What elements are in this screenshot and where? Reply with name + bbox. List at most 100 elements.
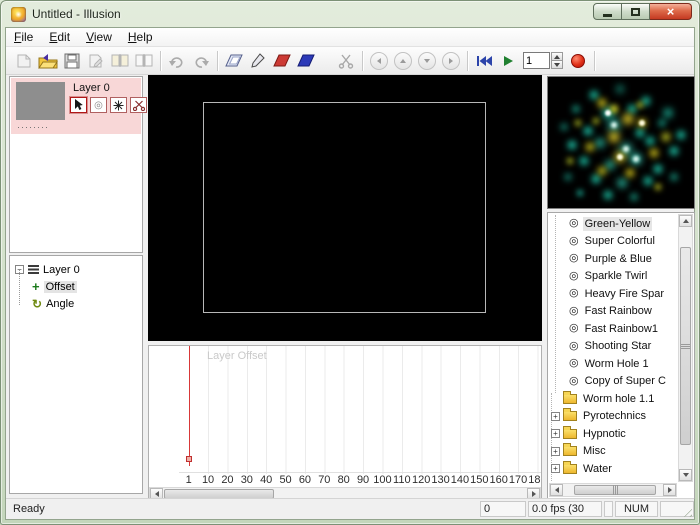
stage-bounds-rect (203, 102, 486, 313)
layer-stack-icon (28, 265, 39, 274)
timeline-track-label: Layer Offset (207, 350, 267, 362)
tree-item-layer0[interactable]: − Layer 0 (10, 261, 142, 278)
pointer-tool-button[interactable] (70, 97, 87, 113)
spin-down-button[interactable] (551, 60, 563, 69)
playhead-line[interactable] (189, 346, 190, 466)
ruler-tick: 40 (257, 473, 276, 487)
library-hscrollbar[interactable] (549, 483, 677, 497)
target-tool-button[interactable]: ◎ (90, 97, 107, 113)
library-item[interactable]: Green-Yellow (550, 215, 677, 233)
menu-item[interactable]: Help (120, 28, 161, 46)
tree-item-label: Offset (44, 281, 77, 293)
orbit-right-button[interactable] (439, 49, 463, 72)
record-button[interactable] (566, 49, 590, 72)
stage-tool-button[interactable] (222, 49, 246, 72)
library-item[interactable]: Fast Rainbow1 (550, 320, 677, 338)
orbit-left-button[interactable] (367, 49, 391, 72)
layer-strip[interactable]: Layer 0 ◎ ········ (11, 78, 141, 134)
folder-icon (563, 446, 577, 456)
redo-button[interactable] (189, 49, 213, 72)
expand-icon[interactable] (551, 447, 560, 456)
orbit-up-button[interactable] (391, 49, 415, 72)
library-item[interactable]: Fast Rainbow (550, 303, 677, 321)
scrollbar-thumb[interactable] (680, 247, 691, 445)
expand-icon[interactable] (551, 464, 560, 473)
library-item[interactable]: Worm Hole 1 (550, 355, 677, 373)
blue-layer-button[interactable] (294, 49, 318, 72)
menu-item[interactable]: View (78, 28, 120, 46)
ruler-tick: 120 (412, 473, 431, 487)
library-item[interactable]: Misc (550, 443, 677, 461)
ruler-tick: 80 (334, 473, 353, 487)
browse-book-button[interactable] (132, 49, 156, 72)
expand-icon[interactable] (551, 412, 560, 421)
library-item[interactable]: Copy of Super C (550, 373, 677, 391)
bright-core-particles (548, 77, 552, 81)
menu-item[interactable]: Edit (41, 28, 78, 46)
scroll-right-button[interactable] (663, 484, 676, 496)
layer-name: Layer 0 (73, 82, 110, 94)
ruler-tick: 150 (470, 473, 489, 487)
effect-preview[interactable] (547, 76, 695, 209)
layers-panel: Layer 0 ◎ ········ (9, 76, 143, 253)
library-item[interactable]: Pyrotechnics (550, 408, 677, 426)
effect-icon (569, 376, 579, 387)
expand-icon[interactable] (551, 429, 560, 438)
maximize-button[interactable] (622, 3, 650, 20)
library-item[interactable]: Sparkle Twirl (550, 268, 677, 286)
tree-item-angle[interactable]: ↻ Angle (10, 295, 142, 312)
arrow-right-icon (442, 52, 460, 70)
effect-icon (569, 341, 579, 352)
ruler-tick: 70 (315, 473, 334, 487)
scroll-up-button[interactable] (679, 215, 692, 227)
effect-icon (569, 358, 579, 369)
library-item[interactable]: Hypnotic (550, 425, 677, 443)
effect-icon (569, 236, 579, 247)
scrollbar-thumb[interactable] (574, 485, 656, 495)
menu-item[interactable]: File (6, 28, 41, 46)
effect-icon (569, 253, 579, 264)
orbit-down-button[interactable] (415, 49, 439, 72)
minimize-button[interactable] (593, 3, 622, 20)
library-item[interactable]: Worm hole 1.1 (550, 390, 677, 408)
paste-button[interactable] (84, 49, 108, 72)
title-bar[interactable]: Untitled - Illusion × (1, 1, 699, 27)
library-item[interactable]: Shooting Star (550, 338, 677, 356)
cut-tool-button[interactable] (130, 97, 147, 113)
new-document-button[interactable] (12, 49, 36, 72)
frame-spinner (523, 52, 563, 69)
library-item[interactable]: Heavy Fire Spar (550, 285, 677, 303)
frame-input[interactable] (523, 52, 550, 69)
pick-tool-button[interactable] (246, 49, 270, 72)
save-button[interactable] (60, 49, 84, 72)
library-vscrollbar[interactable] (678, 214, 693, 482)
ruler-tick: 30 (237, 473, 256, 487)
close-icon: × (667, 4, 675, 19)
scissors-tool-button[interactable] (334, 49, 358, 72)
scroll-left-button[interactable] (550, 484, 563, 496)
play-button[interactable] (496, 49, 520, 72)
cursor-icon (73, 99, 84, 111)
library-item[interactable]: Water (550, 460, 677, 478)
red-layer-button[interactable] (270, 49, 294, 72)
tree-item-offset[interactable]: + Offset (10, 278, 142, 295)
playhead-marker[interactable] (186, 456, 192, 462)
undo-button[interactable] (165, 49, 189, 72)
rewind-button[interactable] (472, 49, 496, 72)
menu-bar: File Edit View Help (6, 28, 694, 47)
toolbar-separator (467, 51, 468, 71)
close-button[interactable]: × (650, 3, 692, 20)
window-title: Untitled - Illusion (32, 7, 121, 21)
ruler-tick: 160 (489, 473, 508, 487)
library-book-button[interactable] (108, 49, 132, 72)
library-item[interactable]: Super Colorful (550, 233, 677, 251)
arrow-down-icon (418, 52, 436, 70)
library-item[interactable]: Purple & Blue (550, 250, 677, 268)
effect-icon (569, 306, 579, 317)
layer-thumbnail[interactable] (16, 82, 65, 120)
scroll-down-button[interactable] (679, 469, 692, 481)
spark-tool-button[interactable] (110, 97, 127, 113)
timeline-panel[interactable]: Layer Offset 110203040506070809010011012… (148, 345, 542, 502)
stage-canvas[interactable] (148, 75, 542, 341)
open-button[interactable] (36, 49, 60, 72)
